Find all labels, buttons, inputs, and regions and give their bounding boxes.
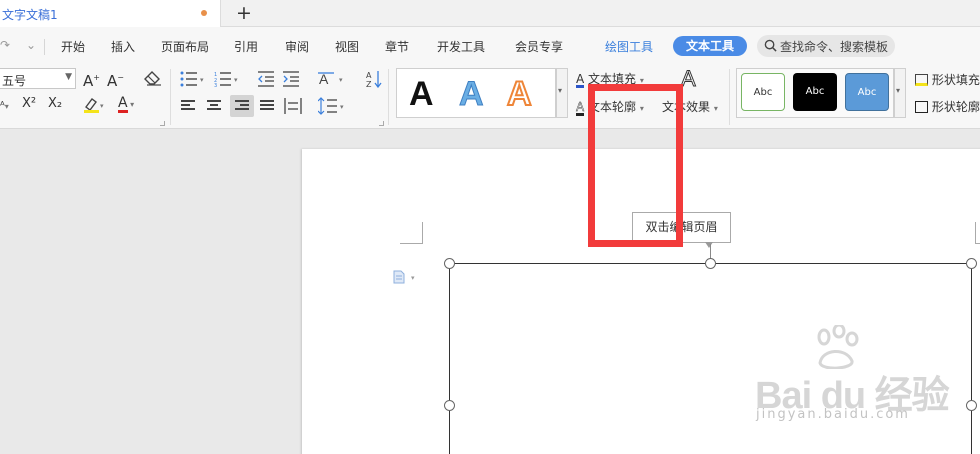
redo-icon[interactable]: ↷ [0,38,10,52]
align-right-button[interactable] [230,95,254,117]
text-effects-icon[interactable]: A [681,66,697,92]
svg-text:▾: ▾ [234,76,238,84]
grow-font-button[interactable]: A+ [83,69,100,90]
ribbon-separator [729,69,730,125]
quick-access-more-icon[interactable]: ⌄ [26,38,36,52]
ribbon-separator [170,69,171,125]
annotation-highlight-box [588,84,683,247]
superscript-button[interactable]: X² [22,95,36,113]
shape-fill-label: 形状填充 [931,73,980,87]
paragraph-group-launcher-icon[interactable] [379,121,384,126]
svg-text:▾: ▾ [340,103,344,111]
shrink-font-icon: A [107,72,118,90]
menu-tab-view[interactable]: 视图 [335,38,359,55]
font-size-select[interactable]: 五号 ▼ [0,68,76,89]
menu-tab-review[interactable]: 审阅 [285,38,309,55]
resize-handle-top-center[interactable] [705,258,716,269]
shape-style-black[interactable]: Abc [793,73,837,111]
font-effects-dropdown[interactable]: ᴬ▾ [0,97,9,116]
document-tab-title: 文字文稿1 [2,8,58,22]
shrink-font-button[interactable]: A− [107,69,124,90]
unsaved-dot-icon [201,10,207,16]
font-group-launcher-icon[interactable] [160,121,165,126]
tab-bar: 文字文稿1 + [0,0,980,27]
font-size-value: 五号 [2,74,27,88]
justify-icon[interactable] [260,100,274,112]
tooltip-pointer-icon [705,242,713,248]
menu-bar: ↷ ⌄ 开始 插入 页面布局 引用 审阅 视图 章节 开发工具 会员专享 绘图工… [0,27,980,65]
svg-text:3: 3 [214,83,217,87]
chevron-down-icon: ▾ [558,86,563,95]
align-right-icon [235,100,249,112]
line-spacing-icon[interactable]: ▾ [318,97,348,115]
resize-handle-top-left[interactable] [444,258,455,269]
svg-text:▾: ▾ [339,76,343,84]
search-icon [764,39,777,52]
text-direction-icon[interactable]: A ▾ [318,70,348,88]
menu-tab-page-layout[interactable]: 页面布局 [161,38,209,55]
new-tab-button[interactable]: + [233,1,255,25]
ribbon: 五号 ▼ A+ A− ᴬ▾ X² X₂ ▾ A ▾ ▾ 1 2 3 ▾ A ▾ … [0,65,980,129]
menu-tab-references[interactable]: 引用 [234,38,258,55]
menu-tab-chapter[interactable]: 章节 [385,38,409,55]
resize-handle-middle-right[interactable] [966,400,977,411]
shape-style-blue[interactable]: Abc [845,73,889,111]
distribute-icon[interactable] [284,98,302,114]
shape-outline-icon [915,101,928,113]
align-center-icon[interactable] [207,100,221,112]
menu-tab-drawing-tools[interactable]: 绘图工具 [605,38,653,55]
font-color-icon: A [118,95,128,113]
shape-fill-icon [915,74,928,86]
resize-handle-top-right[interactable] [966,258,977,269]
shape-outline-button[interactable]: 形状轮廓 [915,98,980,115]
wordart-style-orange-outline[interactable]: A [506,74,533,114]
resize-handle-middle-left[interactable] [444,400,455,411]
shape-style-white[interactable]: Abc [741,73,785,111]
shape-fill-button[interactable]: 形状填充 [915,71,980,88]
font-color-button[interactable]: A ▾ [118,94,134,114]
chevron-down-icon: ▾ [896,86,901,95]
text-box[interactable] [449,263,972,454]
paragraph-layout-icon[interactable]: ▾ [393,270,419,284]
menu-tab-member[interactable]: 会员专享 [515,38,563,55]
wordart-style-gallery: A A A [396,68,556,118]
baidu-watermark-url: jingyan.baidu.com [756,407,910,422]
menu-separator [44,39,45,55]
menu-tab-text-tools[interactable]: 文本工具 [673,36,747,56]
grow-font-icon: A [83,72,94,90]
bullet-list-icon[interactable]: ▾ [180,71,210,87]
menu-tab-insert[interactable]: 插入 [111,38,135,55]
svg-text:A: A [366,71,372,80]
menu-tab-developer[interactable]: 开发工具 [437,38,485,55]
shape-gallery-more-button[interactable]: ▾ [894,68,906,118]
wordart-style-black[interactable]: A [409,74,434,114]
document-tab[interactable]: 文字文稿1 [0,0,221,27]
svg-text:▾: ▾ [411,274,415,282]
decrease-indent-icon[interactable] [258,71,275,87]
svg-text:Z: Z [366,80,372,88]
search-placeholder: 查找命令、搜索模板 [780,40,889,54]
increase-indent-icon[interactable] [283,71,300,87]
baidu-paw-icon [817,325,859,369]
svg-text:▾: ▾ [100,102,104,110]
menu-tab-home[interactable]: 开始 [61,38,85,55]
text-outline-icon: A [576,100,585,116]
ribbon-separator [388,69,389,125]
highlight-icon[interactable]: ▾ [83,96,105,114]
numbered-list-icon[interactable]: 1 2 3 ▾ [214,71,244,87]
chevron-down-icon: ▼ [65,72,72,82]
subscript-button[interactable]: X₂ [48,95,62,113]
sort-icon[interactable]: AZ [366,70,382,88]
svg-text:▾: ▾ [200,76,204,84]
eraser-icon[interactable] [144,71,162,86]
wordart-style-blue[interactable]: A [459,74,485,114]
chevron-down-icon: ▾ [713,104,718,113]
text-fill-icon: A [576,72,585,88]
shape-outline-label: 形状轮廓 [931,100,980,114]
wordart-gallery-more-button[interactable]: ▾ [556,68,568,118]
margin-corner-mark [975,222,980,244]
align-left-icon[interactable] [181,100,195,112]
margin-corner-mark [400,222,423,244]
command-search-box[interactable]: 查找命令、搜索模板 [757,35,895,57]
